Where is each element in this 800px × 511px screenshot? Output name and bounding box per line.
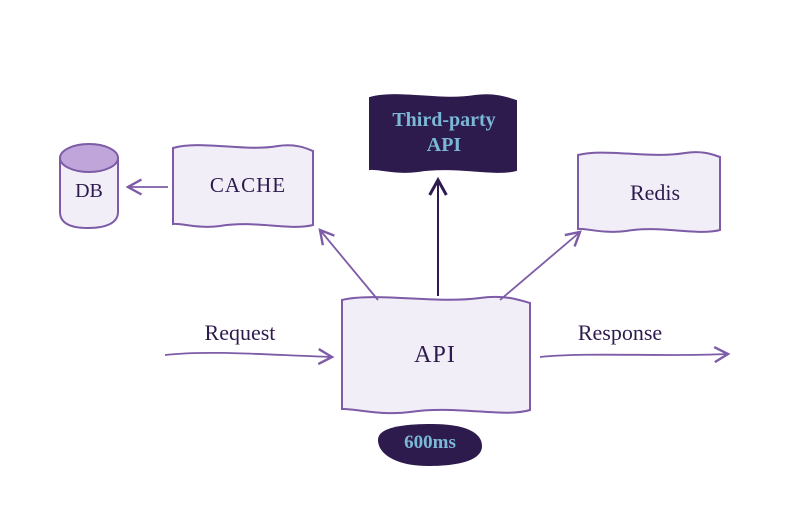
cache-node <box>173 145 313 227</box>
arrow-response <box>540 354 728 357</box>
arrow-api-to-redis <box>500 232 580 300</box>
redis-node <box>578 152 720 232</box>
arrow-request <box>165 353 332 357</box>
architecture-diagram <box>0 0 800 511</box>
db-node <box>60 144 118 228</box>
latency-badge <box>378 424 482 466</box>
api-node <box>342 297 530 413</box>
arrow-api-to-cache <box>320 230 378 300</box>
third-party-node <box>370 95 516 172</box>
